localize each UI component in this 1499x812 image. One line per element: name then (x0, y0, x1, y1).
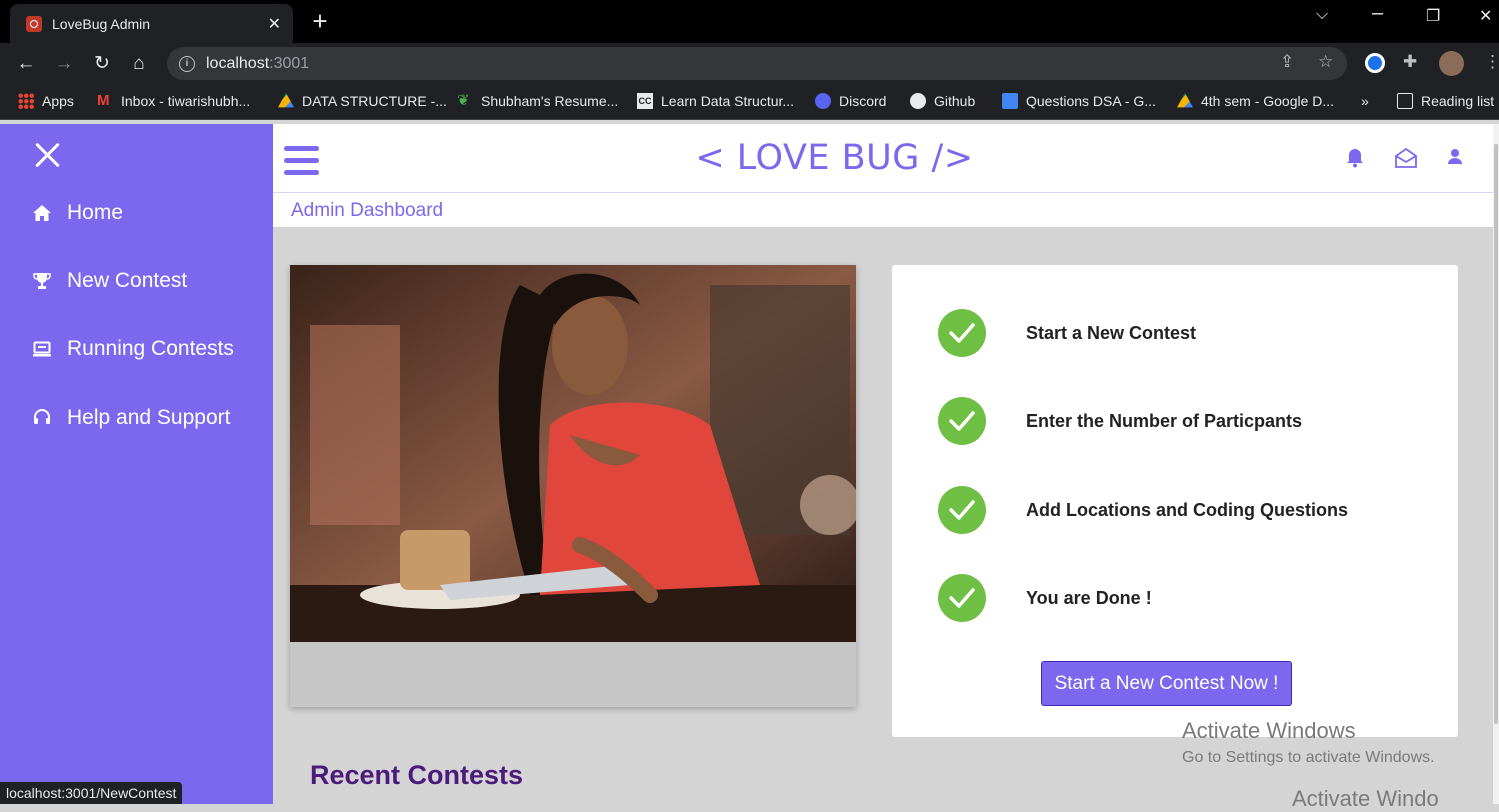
bookmark-gmail[interactable]: M Inbox - tiwarishubh... (97, 92, 250, 110)
step-item: Start a New Contest (938, 309, 1196, 357)
step-item: Add Locations and Coding Questions (938, 486, 1348, 534)
status-bar-url: localhost:3001/NewContest (0, 782, 183, 804)
page-title: Admin Dashboard (291, 200, 444, 221)
subheader: Admin Dashboard (273, 193, 1496, 227)
bookmark-resume[interactable]: ❦ Shubham's Resume... (457, 92, 618, 110)
forward-icon[interactable]: → (52, 52, 76, 76)
bookmarks-bar: Apps M Inbox - tiwarishubh... DATA STRUC… (0, 84, 1499, 120)
cc-icon: CC (637, 93, 653, 109)
step-label: You are Done ! (1026, 587, 1152, 608)
reading-list[interactable]: Reading list (1397, 93, 1494, 109)
bookmark-4th-sem[interactable]: 4th sem - Google D... (1177, 93, 1334, 109)
start-contest-button[interactable]: Start a New Contest Now ! (1041, 661, 1292, 706)
bookmark-discord[interactable]: Discord (815, 93, 886, 109)
bookmark-apps[interactable]: Apps (18, 93, 74, 109)
tab-strip: LoveBug Admin ✕ + ⌵ – ❐ ✕ (0, 0, 1499, 43)
trophy-icon (32, 271, 52, 291)
site-info-icon[interactable]: i (179, 55, 195, 72)
check-circle-icon (938, 574, 986, 622)
step-label: Start a New Contest (1026, 322, 1197, 343)
sidebar-item-new-contest[interactable]: New Contest (32, 269, 187, 293)
sidebar-item-help-support[interactable]: Help and Support (32, 406, 230, 430)
menu-dots-icon[interactable]: ⋮ (1484, 52, 1499, 72)
hero-image (290, 265, 856, 642)
activation-watermark-repeat: Activate Windo (1292, 786, 1439, 811)
step-label: Add Locations and Coding Questions (1026, 499, 1348, 520)
step-label: Enter the Number of Particpants (1026, 410, 1303, 431)
sidebar-item-home[interactable]: Home (32, 201, 123, 225)
sidebar: Home New Contest Running Contests Help a… (0, 124, 273, 804)
leaf-icon: ❦ (457, 92, 470, 109)
check-circle-icon (938, 309, 986, 357)
bookmark-star-icon[interactable]: ☆ (1318, 52, 1333, 72)
user-icon[interactable] (1447, 148, 1469, 170)
app-header: < LOVE BUG /> (273, 124, 1496, 193)
brand-title: < LOVE BUG /> (695, 138, 974, 178)
profile-avatar[interactable] (1439, 51, 1464, 76)
hero-card (290, 265, 856, 707)
back-icon[interactable]: ← (14, 52, 38, 76)
bookmark-drive-ds[interactable]: DATA STRUCTURE -... (278, 93, 447, 109)
scrollbar-thumb[interactable] (1494, 144, 1498, 724)
extension-icon[interactable] (1365, 53, 1385, 73)
step-item: Enter the Number of Particpants (938, 397, 1302, 445)
steps-card: Start a New Contest Enter the Number of … (892, 265, 1458, 737)
browser-toolbar: ← → ↻ ⌂ i localhost:3001 ⇪ ☆ ✚ ⋮ (0, 43, 1499, 84)
tab-title: LoveBug Admin (52, 15, 151, 32)
monitor-icon (32, 339, 52, 359)
home-icon (32, 203, 52, 223)
github-icon (910, 93, 926, 109)
reading-list-icon (1397, 93, 1413, 109)
headset-icon (32, 408, 52, 428)
sidebar-item-running-contests[interactable]: Running Contests (32, 337, 234, 361)
restore-icon[interactable]: ❐ (1426, 6, 1440, 26)
check-circle-icon (938, 486, 986, 534)
url-text: localhost:3001 (206, 54, 310, 72)
share-icon[interactable]: ⇪ (1280, 52, 1294, 72)
discord-icon (815, 93, 831, 109)
address-bar[interactable]: i localhost:3001 (167, 47, 1347, 80)
activation-watermark-title: Activate Windows (1182, 718, 1356, 743)
step-item: You are Done ! (938, 574, 1152, 622)
tab-close-icon[interactable]: ✕ (268, 14, 281, 34)
bookmark-questions-dsa[interactable]: Questions DSA - G... (1002, 93, 1156, 109)
tab-search-icon[interactable]: ⌵ (1316, 6, 1328, 24)
google-drive-icon (1177, 93, 1193, 108)
gmail-icon: M (97, 92, 110, 109)
bell-icon[interactable] (1346, 148, 1368, 170)
google-docs-icon (1002, 93, 1018, 109)
mail-icon[interactable] (1395, 147, 1417, 170)
apps-grid-icon (18, 93, 34, 109)
google-drive-icon (278, 93, 294, 108)
puzzle-icon[interactable]: ✚ (1403, 52, 1417, 72)
new-tab-button[interactable]: + (307, 8, 333, 34)
activation-watermark-subtitle: Go to Settings to activate Windows. (1182, 749, 1435, 766)
browser-tab[interactable]: LoveBug Admin ✕ (10, 4, 293, 43)
page-scrollbar[interactable] (1493, 124, 1499, 804)
home-nav-icon[interactable]: ⌂ (127, 52, 151, 76)
window-close-icon[interactable]: ✕ (1479, 6, 1492, 26)
site-favicon-icon (26, 15, 42, 32)
minimize-icon[interactable]: – (1372, 2, 1383, 25)
bookmark-github[interactable]: Github (910, 93, 975, 109)
bookmarks-overflow[interactable]: » (1361, 93, 1369, 109)
check-circle-icon (938, 397, 986, 445)
recent-contests-heading: Recent Contests (310, 760, 524, 790)
bookmark-learn-ds[interactable]: CC Learn Data Structur... (637, 93, 794, 109)
sidebar-close-icon[interactable] (34, 141, 62, 169)
reload-icon[interactable]: ↻ (90, 52, 114, 76)
